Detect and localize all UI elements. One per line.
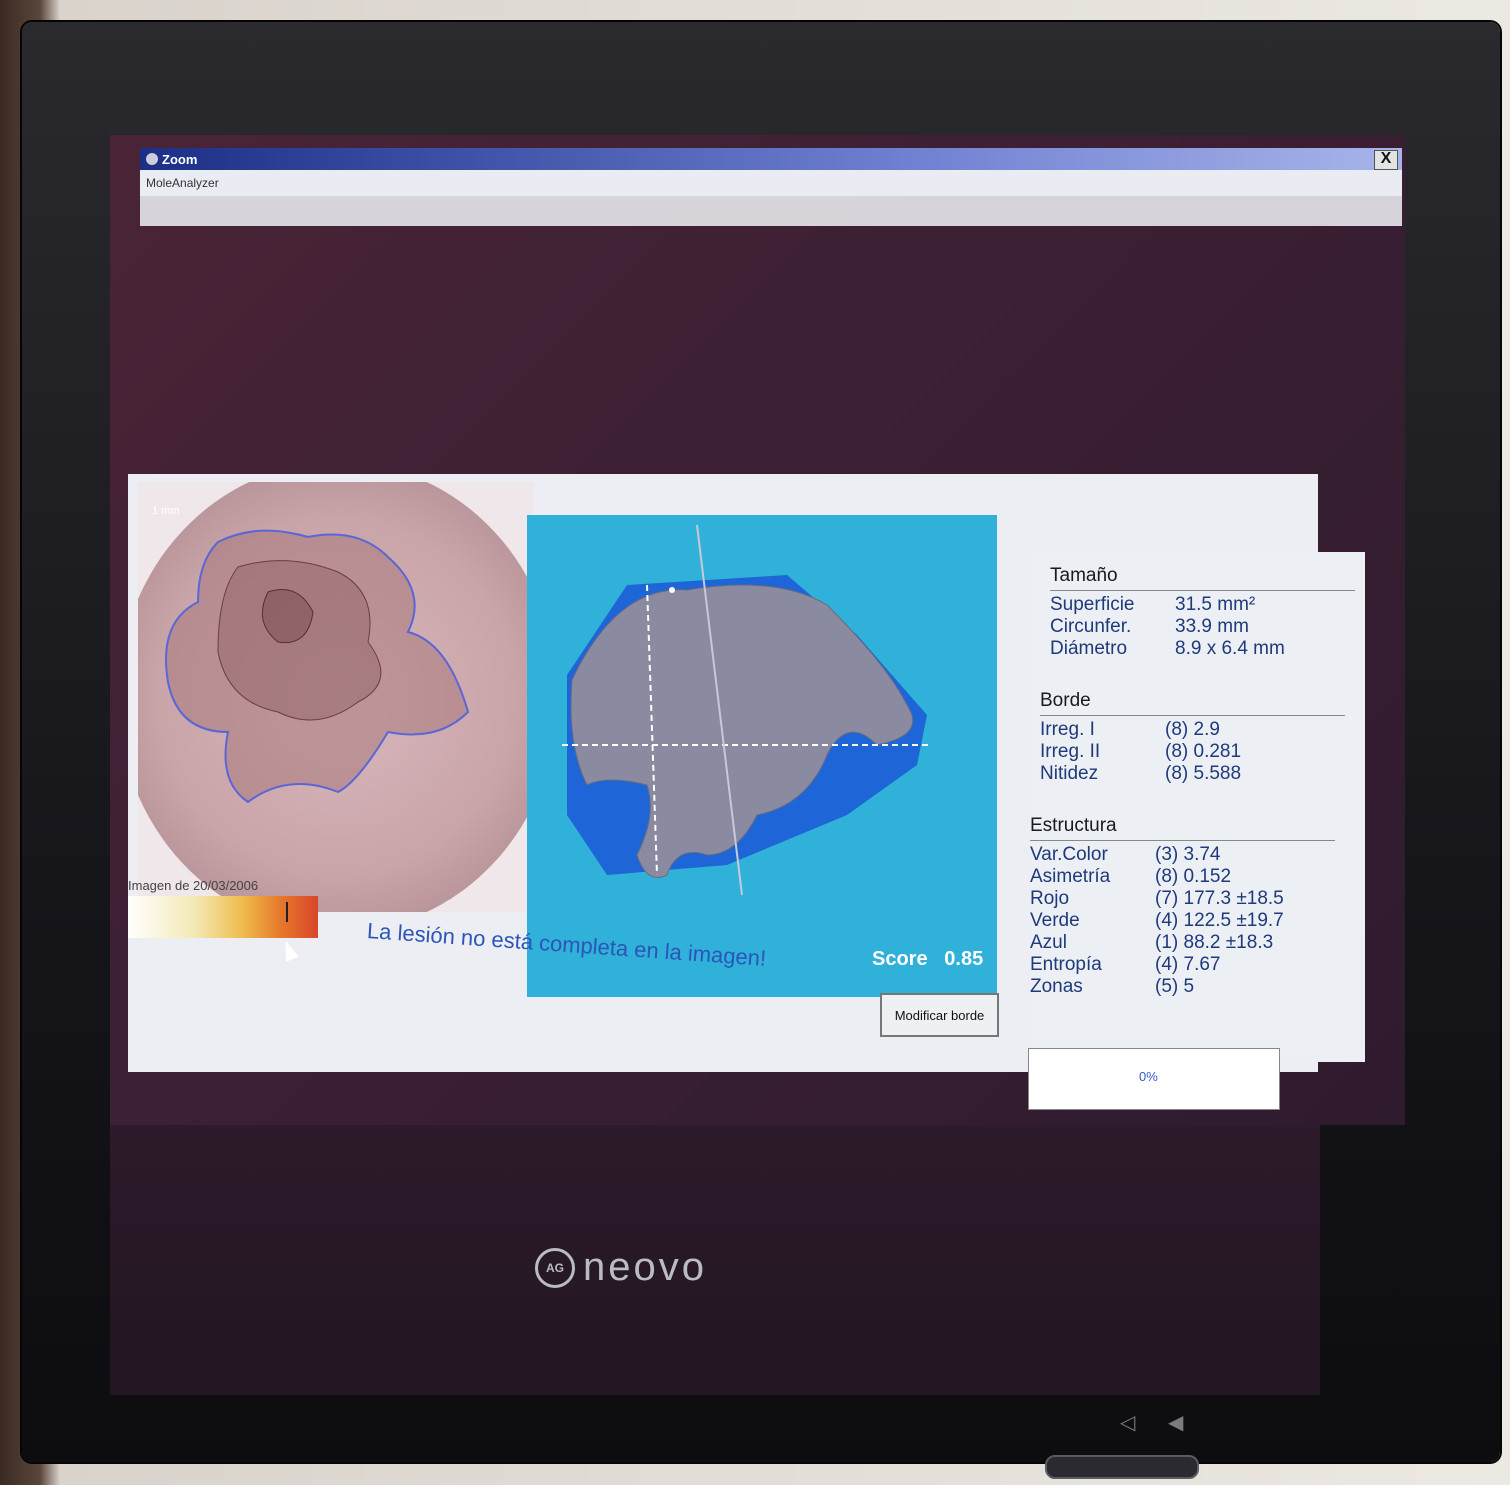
monitor-button-panel[interactable] — [1045, 1455, 1199, 1479]
stat-value: (4) 122.5 ±19.7 — [1155, 910, 1284, 931]
structure-row: Verde (4) 122.5 ±19.7 — [1030, 910, 1335, 932]
score-readout: Score 0.85 — [872, 948, 983, 971]
stat-label: Entropía — [1030, 954, 1102, 975]
border-row: Irreg. II (8) 0.281 — [1040, 741, 1345, 763]
stat-value: (1) 88.2 ±18.3 — [1155, 932, 1274, 953]
stat-label: Irreg. II — [1040, 741, 1101, 762]
segmentation-image — [527, 515, 997, 997]
stat-value: 8.9 x 6.4 mm — [1175, 638, 1285, 659]
scale-bar-label: 1 mm — [152, 505, 180, 517]
structure-row: Var.Color (3) 3.74 — [1030, 844, 1335, 866]
segmentation-shape — [562, 524, 932, 896]
stat-label: Nitidez — [1040, 763, 1099, 784]
divider — [1050, 590, 1355, 591]
stat-value: (3) 3.74 — [1155, 844, 1221, 865]
risk-marker — [286, 902, 288, 922]
volume-up-icon[interactable]: ◀ — [1168, 1410, 1183, 1435]
modify-border-button[interactable]: Modificar borde — [880, 993, 999, 1037]
score-value: 0.85 — [944, 948, 984, 970]
center-dot — [669, 587, 675, 593]
stat-label: Diámetro — [1050, 638, 1128, 659]
app-name: MoleAnalyzer — [146, 176, 219, 190]
stat-value: 31.5 mm² — [1175, 594, 1256, 615]
border-group: Borde Irreg. I (8) 2.9 Irreg. II (8) 0.281… — [1040, 690, 1345, 785]
divider — [1030, 840, 1335, 841]
border-row: Irreg. I (8) 2.9 — [1040, 719, 1345, 741]
stat-value: 33.9 mm — [1175, 616, 1249, 637]
size-row: Superficie 31.5 mm² — [1050, 594, 1355, 616]
stat-label: Verde — [1030, 910, 1080, 931]
stat-label: Irreg. I — [1040, 719, 1095, 740]
stat-value: (8) 5.588 — [1165, 763, 1242, 784]
brand-name: neovo — [583, 1245, 707, 1289]
structure-row: Zonas (5) 5 — [1030, 976, 1335, 998]
volume-down-icon[interactable]: ◁ — [1120, 1410, 1135, 1435]
structure-row: Azul (1) 88.2 ±18.3 — [1030, 932, 1335, 954]
monitor-screen-lower — [110, 1125, 1320, 1395]
score-label: Score — [872, 948, 928, 970]
stat-label: Zonas — [1030, 976, 1083, 997]
close-button[interactable]: X — [1374, 150, 1398, 170]
stat-label: Var.Color — [1030, 844, 1108, 865]
progress-label: 0% — [1139, 1069, 1158, 1084]
stat-value: (5) 5 — [1155, 976, 1195, 997]
border-title: Borde — [1040, 690, 1091, 711]
structure-row: Entropía (4) 7.67 — [1030, 954, 1335, 976]
stat-label: Superficie — [1050, 594, 1135, 615]
size-row: Diámetro 8.9 x 6.4 mm — [1050, 638, 1355, 660]
divider — [1040, 715, 1345, 716]
structure-title: Estructura — [1030, 815, 1117, 836]
brand-logo: AG — [535, 1247, 575, 1288]
lesion-contours — [165, 529, 470, 804]
window-subtitle-bar: MoleAnalyzer — [140, 170, 1402, 196]
monitor-brand: AG neovo — [535, 1245, 707, 1290]
stat-label: Rojo — [1030, 888, 1070, 909]
size-group: Tamaño Superficie 31.5 mm² Circunfer. 33.9… — [1050, 565, 1355, 660]
size-title: Tamaño — [1050, 565, 1118, 586]
app-icon — [146, 153, 158, 165]
stat-value: (4) 7.67 — [1155, 954, 1221, 975]
stat-label: Azul — [1030, 932, 1067, 953]
dermoscopy-image — [138, 482, 533, 912]
structure-row: Asimetría (8) 0.152 — [1030, 866, 1335, 888]
border-row: Nitidez (8) 5.588 — [1040, 763, 1345, 785]
structure-group: Estructura Var.Color (3) 3.74 Asimetría (8… — [1030, 815, 1335, 998]
structure-row: Rojo (7) 177.3 ±18.5 — [1030, 888, 1335, 910]
risk-color-bar — [128, 896, 318, 938]
stat-value: (7) 177.3 ±18.5 — [1155, 888, 1284, 909]
stat-label: Asimetría — [1030, 866, 1111, 887]
stat-label: Circunfer. — [1050, 616, 1132, 637]
window-menu-strip — [140, 196, 1402, 226]
stat-value: (8) 0.281 — [1165, 741, 1242, 762]
image-date-caption: Imagen de 20/03/2006 — [128, 878, 259, 893]
window-title-bar[interactable]: Zoom X — [140, 148, 1402, 170]
window-title: Zoom — [162, 151, 198, 167]
size-row: Circunfer. 33.9 mm — [1050, 616, 1355, 638]
progress-bar: 0% — [1028, 1048, 1280, 1110]
stat-value: (8) 2.9 — [1165, 719, 1220, 740]
stat-value: (8) 0.152 — [1155, 866, 1232, 887]
